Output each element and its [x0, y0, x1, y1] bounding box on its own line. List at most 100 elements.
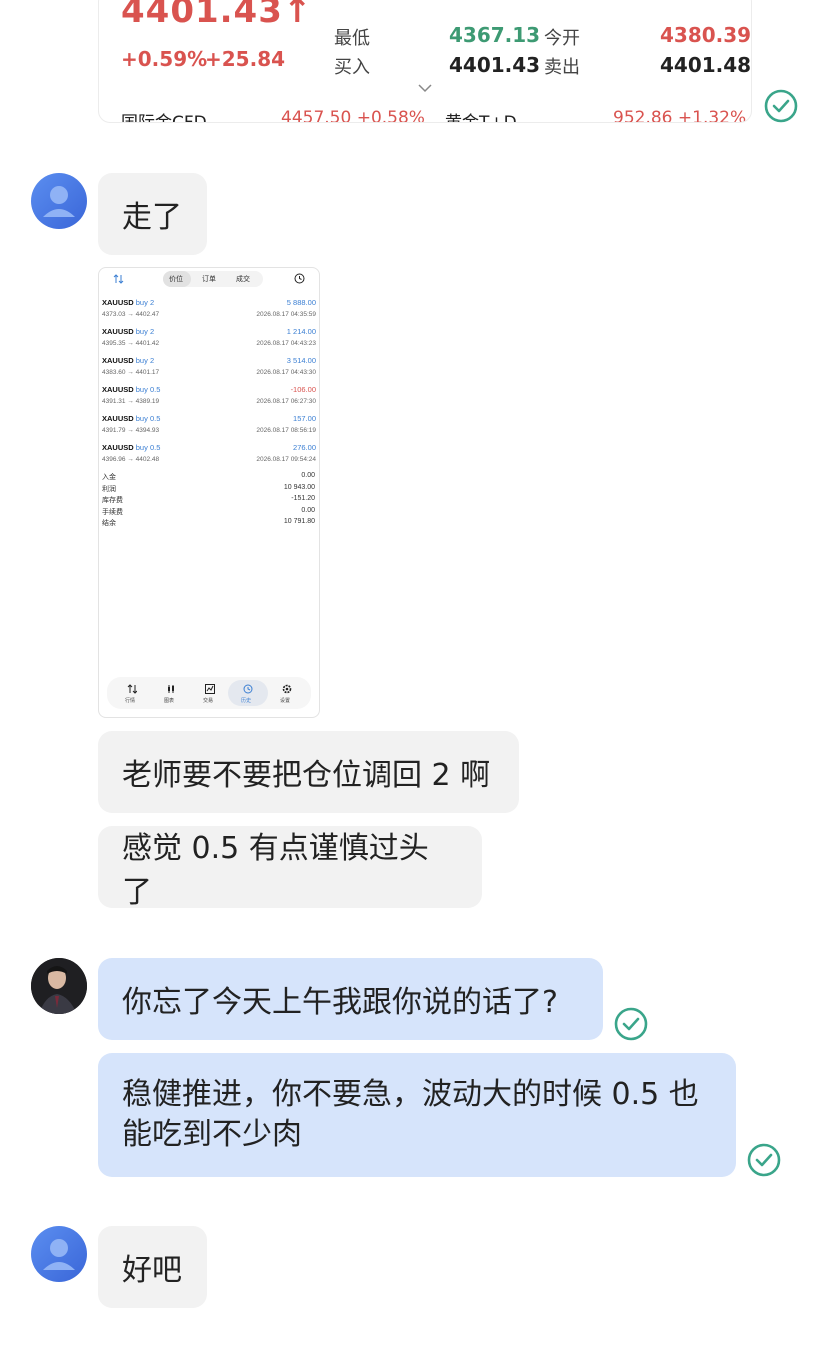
low-label: 最低 [334, 28, 370, 49]
read-check-icon [747, 1143, 781, 1177]
trade-price-range: 4395.35 → 4401.42 [102, 340, 160, 347]
summary-value: 0.00 [301, 506, 315, 514]
trade-row[interactable]: XAUUSD buy 2 4383.60 → 4401.17 3 514.00 202… [102, 356, 318, 384]
trade-profit: 3 514.00 [286, 356, 316, 365]
image-message[interactable]: 价位 订单 成交 XAUUSD buy 2 4373.03 → 4402.47 5 … [98, 267, 320, 718]
quote-change-pct: +0.59% [121, 47, 208, 71]
clock-icon[interactable] [294, 273, 305, 284]
trade-row[interactable]: XAUUSD buy 2 4395.35 → 4401.42 1 214.00 202… [102, 327, 318, 355]
sort-icon [113, 274, 124, 284]
trade-symbol-text: XAUUSD [102, 298, 134, 307]
trade-icon[interactable] [205, 684, 215, 694]
low-value: 4367.13 [449, 23, 541, 47]
chart-candle-icon[interactable] [166, 684, 176, 694]
message-bubble[interactable]: 好吧 [98, 1226, 207, 1308]
message-text: 感觉 0.5 有点谨慎过头了 [122, 831, 429, 910]
quote-change-abs: +25.84 [205, 47, 286, 71]
trade-symbol-text: XAUUSD [102, 327, 134, 336]
message-bubble[interactable]: 你忘了今天上午我跟你说的话了? [98, 958, 603, 1040]
user-photo-icon [31, 958, 87, 1014]
quote-price: 4401.43↑ [121, 0, 313, 31]
trade-price-range: 4396.96 → 4402.48 [102, 456, 160, 463]
summary-label: 利润 [102, 485, 116, 493]
cfd-label: 国际金CFD [121, 113, 207, 123]
cfd-value: 4457.50 +0.58% [281, 108, 425, 123]
message-bubble[interactable]: 感觉 0.5 有点谨慎过头了 [98, 826, 482, 910]
summary-value: 0.00 [301, 472, 315, 479]
read-check-icon [764, 89, 798, 123]
message-text: 你忘了今天上午我跟你说的话了? [122, 985, 558, 1020]
trade-row[interactable]: XAUUSD buy 2 4373.03 → 4402.47 5 888.00 202… [102, 298, 318, 326]
trade-symbol-text: XAUUSD [102, 443, 134, 452]
summary-label: 入金 [102, 474, 116, 481]
trade-symbol-text: XAUUSD [102, 356, 134, 365]
message-bubble[interactable]: 走了 [98, 173, 207, 255]
read-check-icon [614, 1007, 648, 1041]
summary-label: 库存费 [102, 497, 123, 504]
trade-symbol: XAUUSD buy 2 [102, 298, 154, 307]
trade-side: buy 0.5 [135, 414, 161, 423]
message-text: 好吧 [122, 1253, 182, 1288]
open-label: 今开 [544, 28, 580, 49]
quotes-icon[interactable] [127, 684, 137, 694]
trade-profit: 157.00 [293, 414, 316, 423]
trade-row[interactable]: XAUUSD buy 0.5 4391.31 → 4389.19 -106.00 20… [102, 385, 318, 413]
trade-time: 2026.08.17 04:35:59 [256, 311, 316, 318]
trade-side: buy 0.5 [135, 443, 161, 452]
trade-price-range: 4373.03 → 4402.47 [102, 311, 160, 318]
trade-symbol: XAUUSD buy 0.5 [102, 443, 160, 452]
trade-side: buy 2 [135, 356, 155, 365]
nav-label-chart: 图表 [164, 698, 175, 704]
trade-price-range: 4383.60 → 4401.17 [102, 369, 160, 376]
summary-value: -151.20 [291, 495, 315, 502]
trade-time: 2026.08.17 08:56:19 [256, 427, 316, 434]
tab-orders[interactable]: 订单 [202, 274, 216, 284]
trade-profit: 1 214.00 [286, 327, 316, 336]
trade-time: 2026.08.17 09:54:24 [256, 456, 316, 463]
nav-label-trade: 交易 [203, 698, 214, 704]
tab-deals[interactable]: 成交 [236, 274, 250, 284]
trade-side: buy 2 [135, 327, 155, 336]
trade-symbol: XAUUSD buy 0.5 [102, 414, 160, 423]
sell-value: 4401.48 [660, 53, 752, 77]
message-text: 老师要不要把仓位调回 2 啊 [122, 758, 491, 793]
history-icon[interactable] [243, 684, 253, 694]
td-value: 952.86 +1.32% [613, 108, 747, 123]
buy-value: 4401.43 [449, 53, 541, 77]
trade-profit: 5 888.00 [286, 298, 316, 307]
trade-symbol: XAUUSD buy 0.5 [102, 385, 160, 394]
trade-symbol: XAUUSD buy 2 [102, 356, 154, 365]
trade-row[interactable]: XAUUSD buy 0.5 4396.96 → 4402.48 276.00 202… [102, 443, 318, 471]
person-icon [43, 1239, 75, 1270]
nav-label-history: 历史 [241, 698, 252, 704]
nav-label-quotes: 行情 [125, 698, 136, 704]
summary-value: 10 791.80 [283, 518, 315, 525]
tab-price[interactable]: 价位 [169, 274, 183, 284]
trade-price-range: 4391.79 → 4394.93 [102, 427, 160, 434]
contact-avatar[interactable] [31, 173, 87, 229]
trade-symbol: XAUUSD buy 2 [102, 327, 154, 336]
trade-side: buy 0.5 [135, 385, 161, 394]
settings-icon[interactable] [282, 684, 292, 694]
message-bubble[interactable]: 老师要不要把仓位调回 2 啊 [98, 731, 519, 813]
trade-time: 2026.08.17 04:43:23 [256, 340, 316, 347]
trade-profit: -106.00 [290, 385, 316, 394]
summary-label: 手续费 [102, 508, 123, 516]
message-text: 走了 [122, 200, 182, 235]
sell-label: 卖出 [544, 57, 580, 78]
contact-avatar[interactable] [31, 1226, 87, 1282]
message-text-line2: 能吃到不少肉 [122, 1117, 302, 1152]
message-text-line1: 稳健推进，你不要急，波动大的时候 0.5 也 [122, 1077, 699, 1112]
trade-price-range: 4391.31 → 4389.19 [102, 398, 160, 405]
person-icon [43, 186, 75, 217]
summary-label: 结余 [102, 520, 116, 527]
trade-symbol-text: XAUUSD [102, 414, 134, 423]
my-avatar[interactable] [31, 958, 87, 1014]
open-value: 4380.39 [660, 23, 752, 47]
td-label: 黄金T+D [445, 113, 517, 123]
quote-card[interactable]: 4401.43↑ +0.59% +25.84 最低 4367.13 今开 438… [98, 0, 752, 123]
trade-row[interactable]: XAUUSD buy 0.5 4391.79 → 4394.93 157.00 202… [102, 414, 318, 442]
message-bubble[interactable]: 稳健推进，你不要急，波动大的时候 0.5 也 能吃到不少肉 [98, 1053, 736, 1177]
chevron-down-icon[interactable] [417, 83, 433, 93]
nav-label-settings: 设置 [280, 698, 291, 704]
